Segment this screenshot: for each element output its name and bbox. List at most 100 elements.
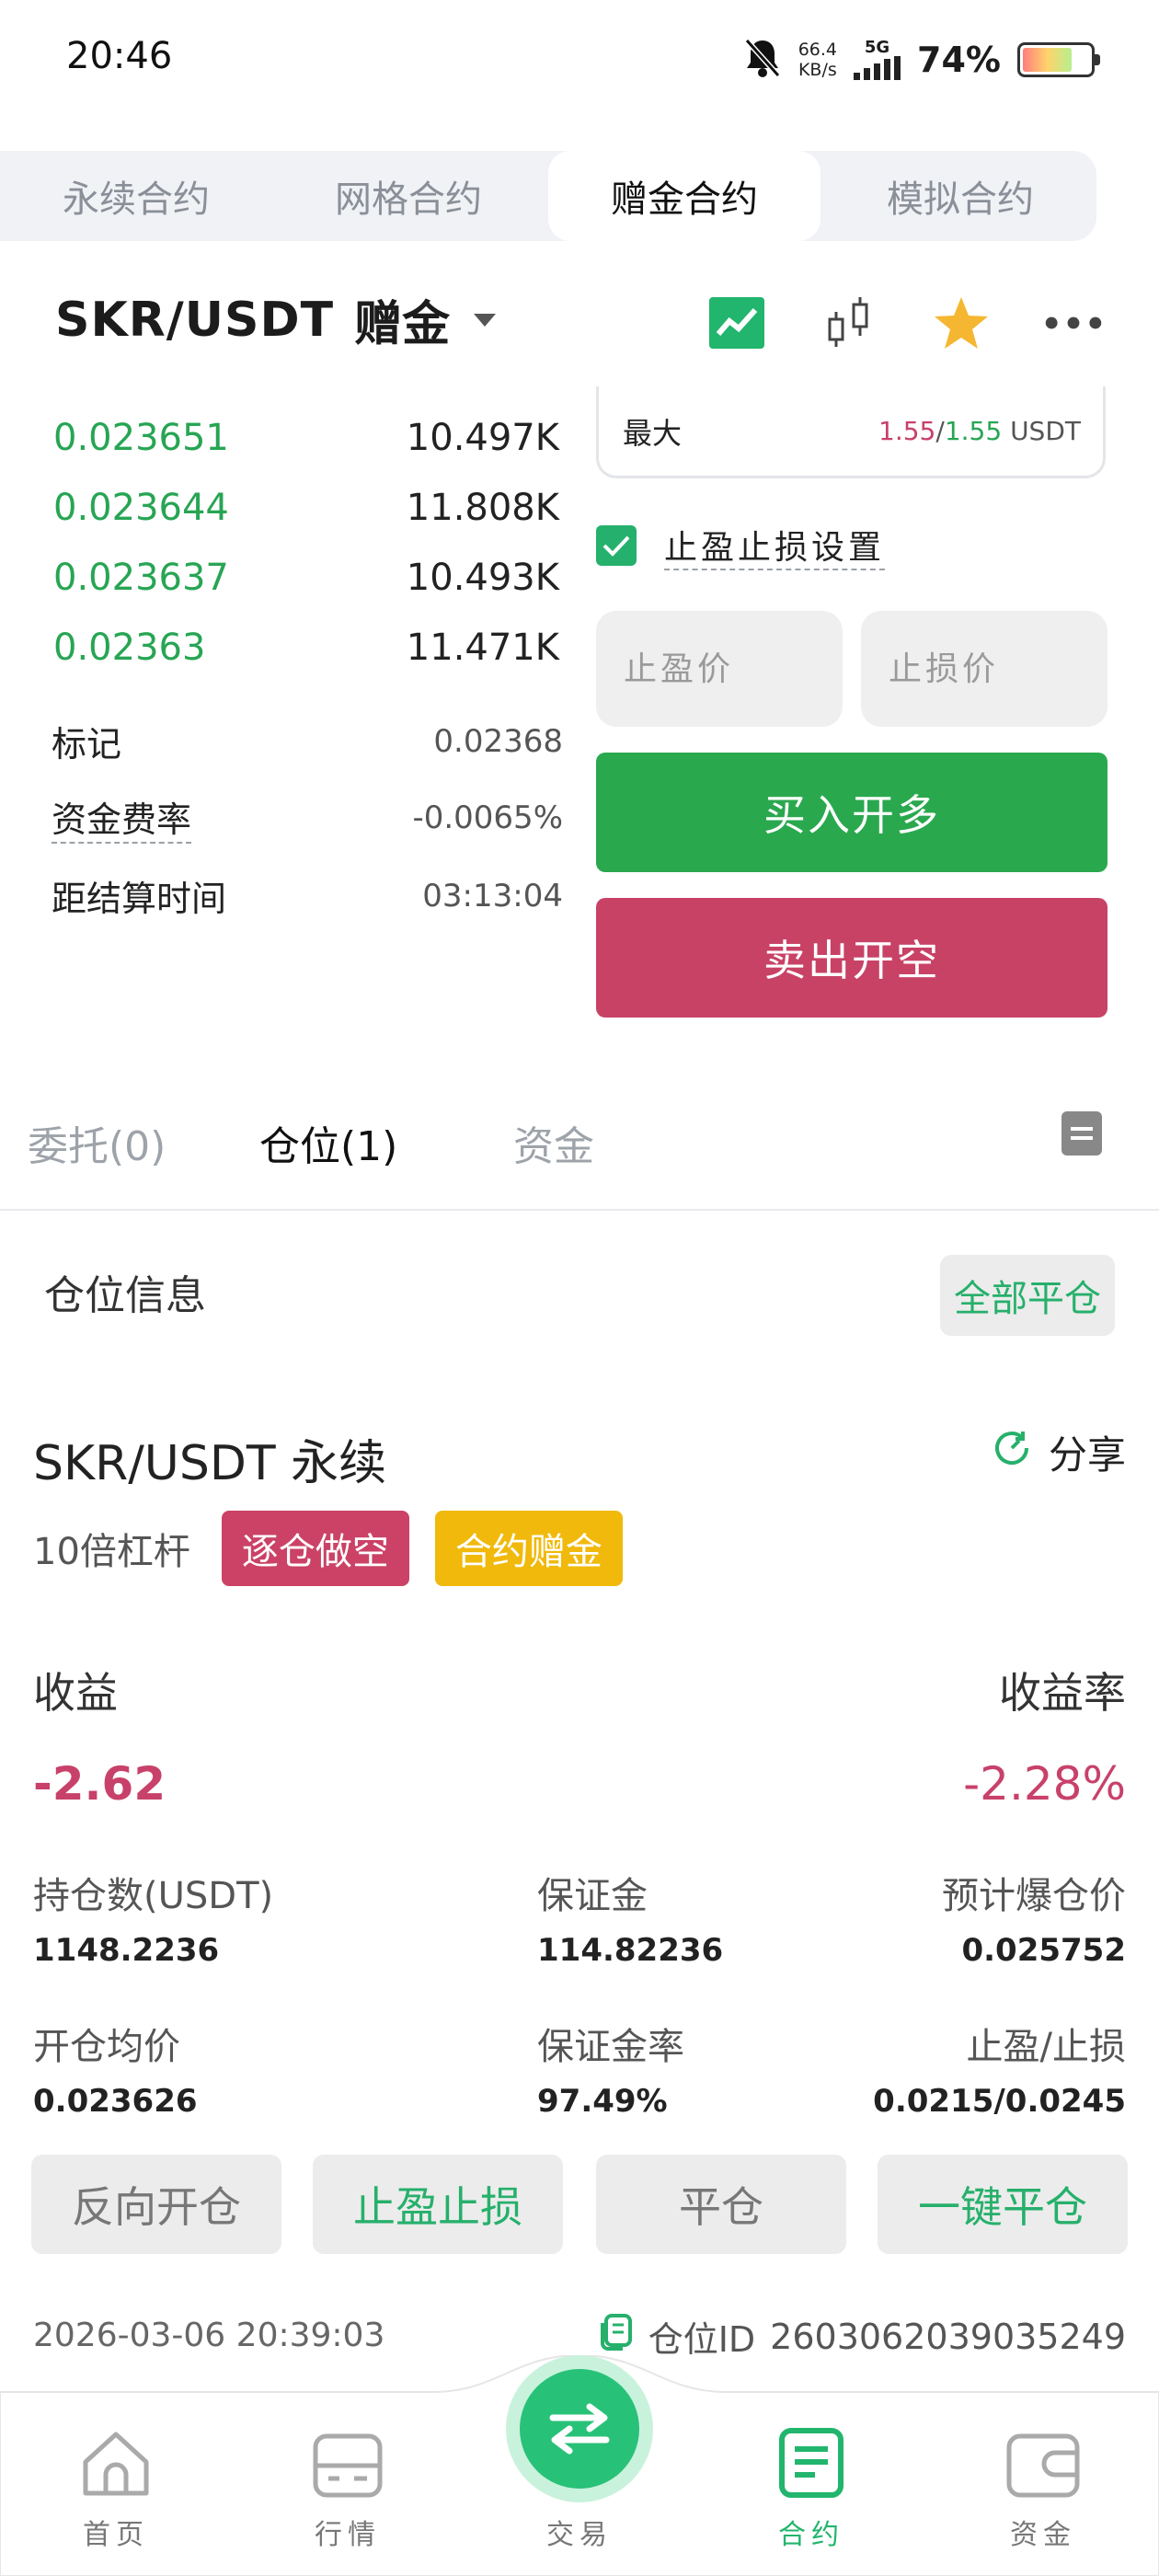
- position-id-value: 2603062039035249: [770, 2316, 1126, 2357]
- home-icon: [83, 2432, 149, 2496]
- tpsl-toggle[interactable]: 止盈止损设置: [596, 521, 886, 570]
- quick-close-button[interactable]: 一键平仓: [878, 2155, 1128, 2254]
- nav-trade-label: 交易: [546, 2519, 613, 2551]
- signal-indicator: 5G: [854, 40, 901, 80]
- tab-grid[interactable]: 网格合约: [272, 151, 545, 241]
- tpsl-button[interactable]: 止盈止损: [313, 2155, 563, 2254]
- pair-type: 赠金: [354, 297, 451, 352]
- star-icon[interactable]: [931, 293, 992, 353]
- share-label: 分享: [1048, 1432, 1126, 1478]
- funding-rate-row[interactable]: 资金费率 -0.0065%: [52, 791, 563, 844]
- max-unit: USDT: [1010, 416, 1081, 446]
- mute-bell-icon: [743, 37, 782, 83]
- position-info-title: 仓位信息: [44, 1272, 206, 1319]
- position-id-label: 仓位ID: [648, 2319, 756, 2360]
- funding-value: -0.0065%: [412, 799, 563, 836]
- nav-market-label: 行情: [315, 2519, 381, 2551]
- more-icon[interactable]: [1043, 293, 1104, 353]
- chart-icon[interactable]: [706, 293, 767, 353]
- mark-label: 标记: [52, 724, 122, 765]
- header-actions: [706, 293, 1104, 353]
- contract-type-tabs: 永续合约 网格合约 赠金合约 模拟合约: [0, 151, 1096, 241]
- leverage-label: 10倍杠杆: [33, 1531, 190, 1573]
- position-id[interactable]: 仓位ID 2603062039035249: [597, 2311, 1126, 2362]
- pnl-rate-value: -2.28%: [963, 1757, 1126, 1811]
- orderbook-price: 0.023644: [53, 487, 229, 529]
- net-speed-value: 66.4: [798, 40, 838, 60]
- tpsl-label: 止盈止损设置: [664, 521, 886, 570]
- nav-contract-label: 合约: [778, 2519, 844, 2551]
- max-value-buy: 1.55: [878, 416, 936, 446]
- orderbook-qty: 10.497K: [406, 417, 559, 459]
- entry-price-value: 0.023626: [33, 2083, 198, 2120]
- copy-icon[interactable]: [597, 2312, 634, 2361]
- pair-selector[interactable]: SKR/USDT 赠金: [55, 285, 497, 354]
- orderbook-row[interactable]: 0.023637 10.493K: [52, 543, 563, 613]
- sell-short-button[interactable]: 卖出开空: [596, 898, 1107, 1018]
- position-pair: SKR/USDT 永续: [33, 1436, 387, 1491]
- max-value: 1.55/1.55 USDT: [878, 416, 1081, 446]
- tab-perpetual[interactable]: 永续合约: [0, 151, 272, 241]
- orderbook-qty: 11.471K: [406, 627, 559, 669]
- margin-value: 114.82236: [537, 1932, 724, 1969]
- nav-home[interactable]: 首页: [0, 2392, 232, 2576]
- status-bar: 20:46 66.4 KB/s 5G 74%: [0, 0, 1159, 129]
- chevron-down-icon: [474, 313, 497, 327]
- close-position-button[interactable]: 平仓: [596, 2155, 846, 2254]
- trade-fab-button[interactable]: [506, 2355, 653, 2502]
- max-label: 最大: [623, 415, 683, 451]
- margin-rate-value: 97.49%: [537, 2083, 668, 2120]
- size-label: 持仓数(USDT): [33, 1875, 274, 1917]
- contract-icon: [779, 2428, 843, 2498]
- tab-positions[interactable]: 仓位(1): [259, 1113, 397, 1172]
- orderbook-row[interactable]: 0.02363 11.471K: [52, 613, 563, 683]
- nav-contract[interactable]: 合约: [695, 2392, 927, 2576]
- order-history-icon[interactable]: [1061, 1111, 1102, 1156]
- share-icon: [992, 1428, 1032, 1478]
- position-open-time: 2026-03-06 20:39:03: [33, 2317, 385, 2354]
- status-indicators: 66.4 KB/s 5G 74%: [743, 37, 1100, 83]
- net-speed: 66.4 KB/s: [798, 40, 837, 80]
- tpsl-info-label: 止盈/止损: [966, 2026, 1126, 2068]
- nav-market[interactable]: 行情: [232, 2392, 464, 2576]
- side-badge: 逐仓做空: [221, 1511, 409, 1586]
- battery-icon: [1017, 42, 1100, 77]
- mark-price-row: 标记 0.02368: [52, 716, 563, 766]
- tab-demo[interactable]: 模拟合约: [824, 151, 1096, 241]
- tab-orders[interactable]: 委托(0): [28, 1113, 166, 1172]
- orderbook-price: 0.02363: [53, 627, 206, 669]
- bonus-badge: 合约赠金: [434, 1511, 623, 1586]
- position-section-tabs: 委托(0) 仓位(1) 资金: [0, 1095, 1159, 1214]
- candlestick-icon[interactable]: [819, 293, 879, 353]
- pnl-rate-label: 收益率: [999, 1668, 1126, 1718]
- tab-bonus[interactable]: 赠金合约: [548, 151, 820, 241]
- mark-value: 0.02368: [433, 722, 563, 760]
- stop-loss-input[interactable]: [861, 611, 1107, 727]
- signal-bars-icon: [854, 56, 901, 80]
- nav-assets[interactable]: 资金: [927, 2392, 1159, 2576]
- share-button[interactable]: 分享: [992, 1424, 1126, 1480]
- orderbook-row[interactable]: 0.023644 11.808K: [52, 473, 563, 543]
- tab-funds[interactable]: 资金: [513, 1113, 594, 1172]
- net-speed-unit: KB/s: [798, 60, 837, 80]
- pnl-label: 收益: [33, 1668, 118, 1718]
- orderbook-row[interactable]: 0.023651 10.497K: [52, 403, 563, 473]
- reverse-open-button[interactable]: 反向开仓: [31, 2155, 281, 2254]
- buy-long-button[interactable]: 买入开多: [596, 753, 1107, 872]
- funding-label[interactable]: 资金费率: [52, 791, 192, 844]
- max-value-sell: 1.55: [944, 416, 1003, 446]
- close-all-button[interactable]: 全部平仓: [940, 1255, 1115, 1336]
- checkbox-checked-icon[interactable]: [596, 525, 637, 566]
- pnl-value: -2.62: [33, 1757, 166, 1811]
- liq-price-label: 预计爆仓价: [942, 1875, 1126, 1917]
- swap-icon: [520, 2369, 639, 2489]
- entry-price-label: 开仓均价: [33, 2026, 180, 2068]
- nav-assets-label: 资金: [1010, 2519, 1076, 2551]
- wallet-icon: [1006, 2433, 1080, 2498]
- take-profit-input[interactable]: [596, 611, 843, 727]
- margin-label: 保证金: [537, 1875, 648, 1917]
- nav-home-label: 首页: [83, 2519, 149, 2551]
- liq-price-value: 0.025752: [961, 1932, 1126, 1969]
- margin-rate-label: 保证金率: [537, 2026, 684, 2068]
- market-icon: [313, 2433, 383, 2498]
